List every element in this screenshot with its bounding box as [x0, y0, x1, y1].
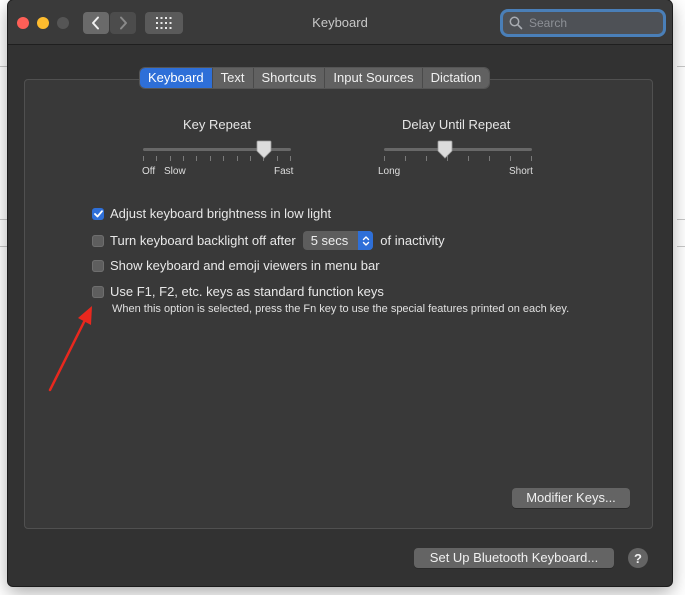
- delay-until-repeat-tick: [510, 156, 511, 161]
- tab-keyboard[interactable]: Keyboard: [140, 68, 213, 88]
- key-repeat-tick: [237, 156, 238, 161]
- tab-dictation[interactable]: Dictation: [422, 68, 490, 88]
- delay-until-repeat-tick: [405, 156, 406, 161]
- delay-until-repeat-tick: [489, 156, 490, 161]
- key-repeat-tick: [183, 156, 184, 161]
- key-repeat-tick: [156, 156, 157, 161]
- background-divider: [0, 66, 8, 67]
- fn-keys-note: When this option is selected, press the …: [112, 303, 570, 315]
- key-repeat-tick: [196, 156, 197, 161]
- key-repeat-tick: [210, 156, 211, 161]
- key-repeat-tick: [277, 156, 278, 161]
- background-divider: [677, 66, 685, 67]
- key-repeat-tick: [250, 156, 251, 161]
- viewers-option[interactable]: Show keyboard and emoji viewers in menu …: [92, 258, 380, 273]
- backlight-timeout-select[interactable]: 5 secs: [302, 231, 374, 250]
- brightness-checkbox[interactable]: [92, 207, 104, 220]
- modifier-keys-button[interactable]: Modifier Keys...: [512, 488, 630, 508]
- key-repeat-tick: [223, 156, 224, 161]
- background-divider: [0, 246, 8, 247]
- background-divider: [677, 219, 685, 220]
- delay-until-repeat-tick: [468, 156, 469, 161]
- viewers-checkbox[interactable]: [92, 259, 104, 272]
- search-input[interactable]: [527, 15, 661, 31]
- search-icon: [509, 16, 523, 30]
- tab-shortcuts[interactable]: Shortcuts: [253, 68, 326, 88]
- key-repeat-tick: [290, 156, 291, 161]
- delay-until-repeat-tick: [531, 156, 532, 161]
- bluetooth-keyboard-button[interactable]: Set Up Bluetooth Keyboard...: [414, 548, 614, 568]
- help-icon: ?: [634, 550, 642, 566]
- key-repeat-knob[interactable]: [256, 140, 272, 159]
- search-field[interactable]: [503, 12, 663, 34]
- delay-until-repeat-title: Delay Until Repeat: [402, 117, 511, 132]
- fn-keys-option[interactable]: Use F1, F2, etc. keys as standard functi…: [92, 284, 384, 299]
- tab-bar: Keyboard Text Shortcuts Input Sources Di…: [140, 68, 490, 88]
- delay-until-repeat-tick: [384, 156, 385, 161]
- delay-long-label: Long: [378, 166, 401, 177]
- key-repeat-off-label: Off: [142, 166, 156, 177]
- tab-text[interactable]: Text: [212, 68, 254, 88]
- backlight-option[interactable]: Turn keyboard backlight off after 5 secs…: [92, 231, 445, 250]
- delay-until-repeat-knob[interactable]: [437, 140, 453, 159]
- keyboard-preferences-window: Keyboard Keyboard Text Shortcuts Input S…: [8, 0, 672, 586]
- backlight-suffix: of inactivity: [380, 233, 445, 248]
- backlight-timeout-value: 5 secs: [310, 233, 349, 248]
- background-divider: [0, 219, 8, 220]
- delay-until-repeat-slider[interactable]: [384, 148, 532, 151]
- delay-short-label: Short: [509, 166, 533, 177]
- brightness-label: Adjust keyboard brightness in low light: [110, 206, 332, 221]
- checkmark-icon: [93, 209, 103, 217]
- key-repeat-tick: [170, 156, 171, 161]
- backlight-label: Turn keyboard backlight off after: [110, 233, 296, 248]
- key-repeat-fast-label: Fast: [274, 166, 294, 177]
- fn-keys-label: Use F1, F2, etc. keys as standard functi…: [110, 284, 384, 299]
- key-repeat-title: Key Repeat: [183, 117, 251, 132]
- brightness-option[interactable]: Adjust keyboard brightness in low light: [92, 206, 331, 221]
- key-repeat-slow-label: Slow: [164, 166, 186, 177]
- titlebar: Keyboard: [8, 0, 672, 45]
- annotation-arrow-icon: [48, 306, 92, 392]
- help-button[interactable]: ?: [628, 548, 648, 568]
- backlight-checkbox[interactable]: [92, 234, 104, 247]
- background-divider: [677, 246, 685, 247]
- updown-chevron-icon: [358, 231, 374, 250]
- tab-input-sources[interactable]: Input Sources: [325, 68, 423, 88]
- fn-keys-checkbox[interactable]: [92, 285, 104, 298]
- key-repeat-tick: [143, 156, 144, 161]
- viewers-label: Show keyboard and emoji viewers in menu …: [110, 258, 380, 273]
- delay-until-repeat-tick: [426, 156, 427, 161]
